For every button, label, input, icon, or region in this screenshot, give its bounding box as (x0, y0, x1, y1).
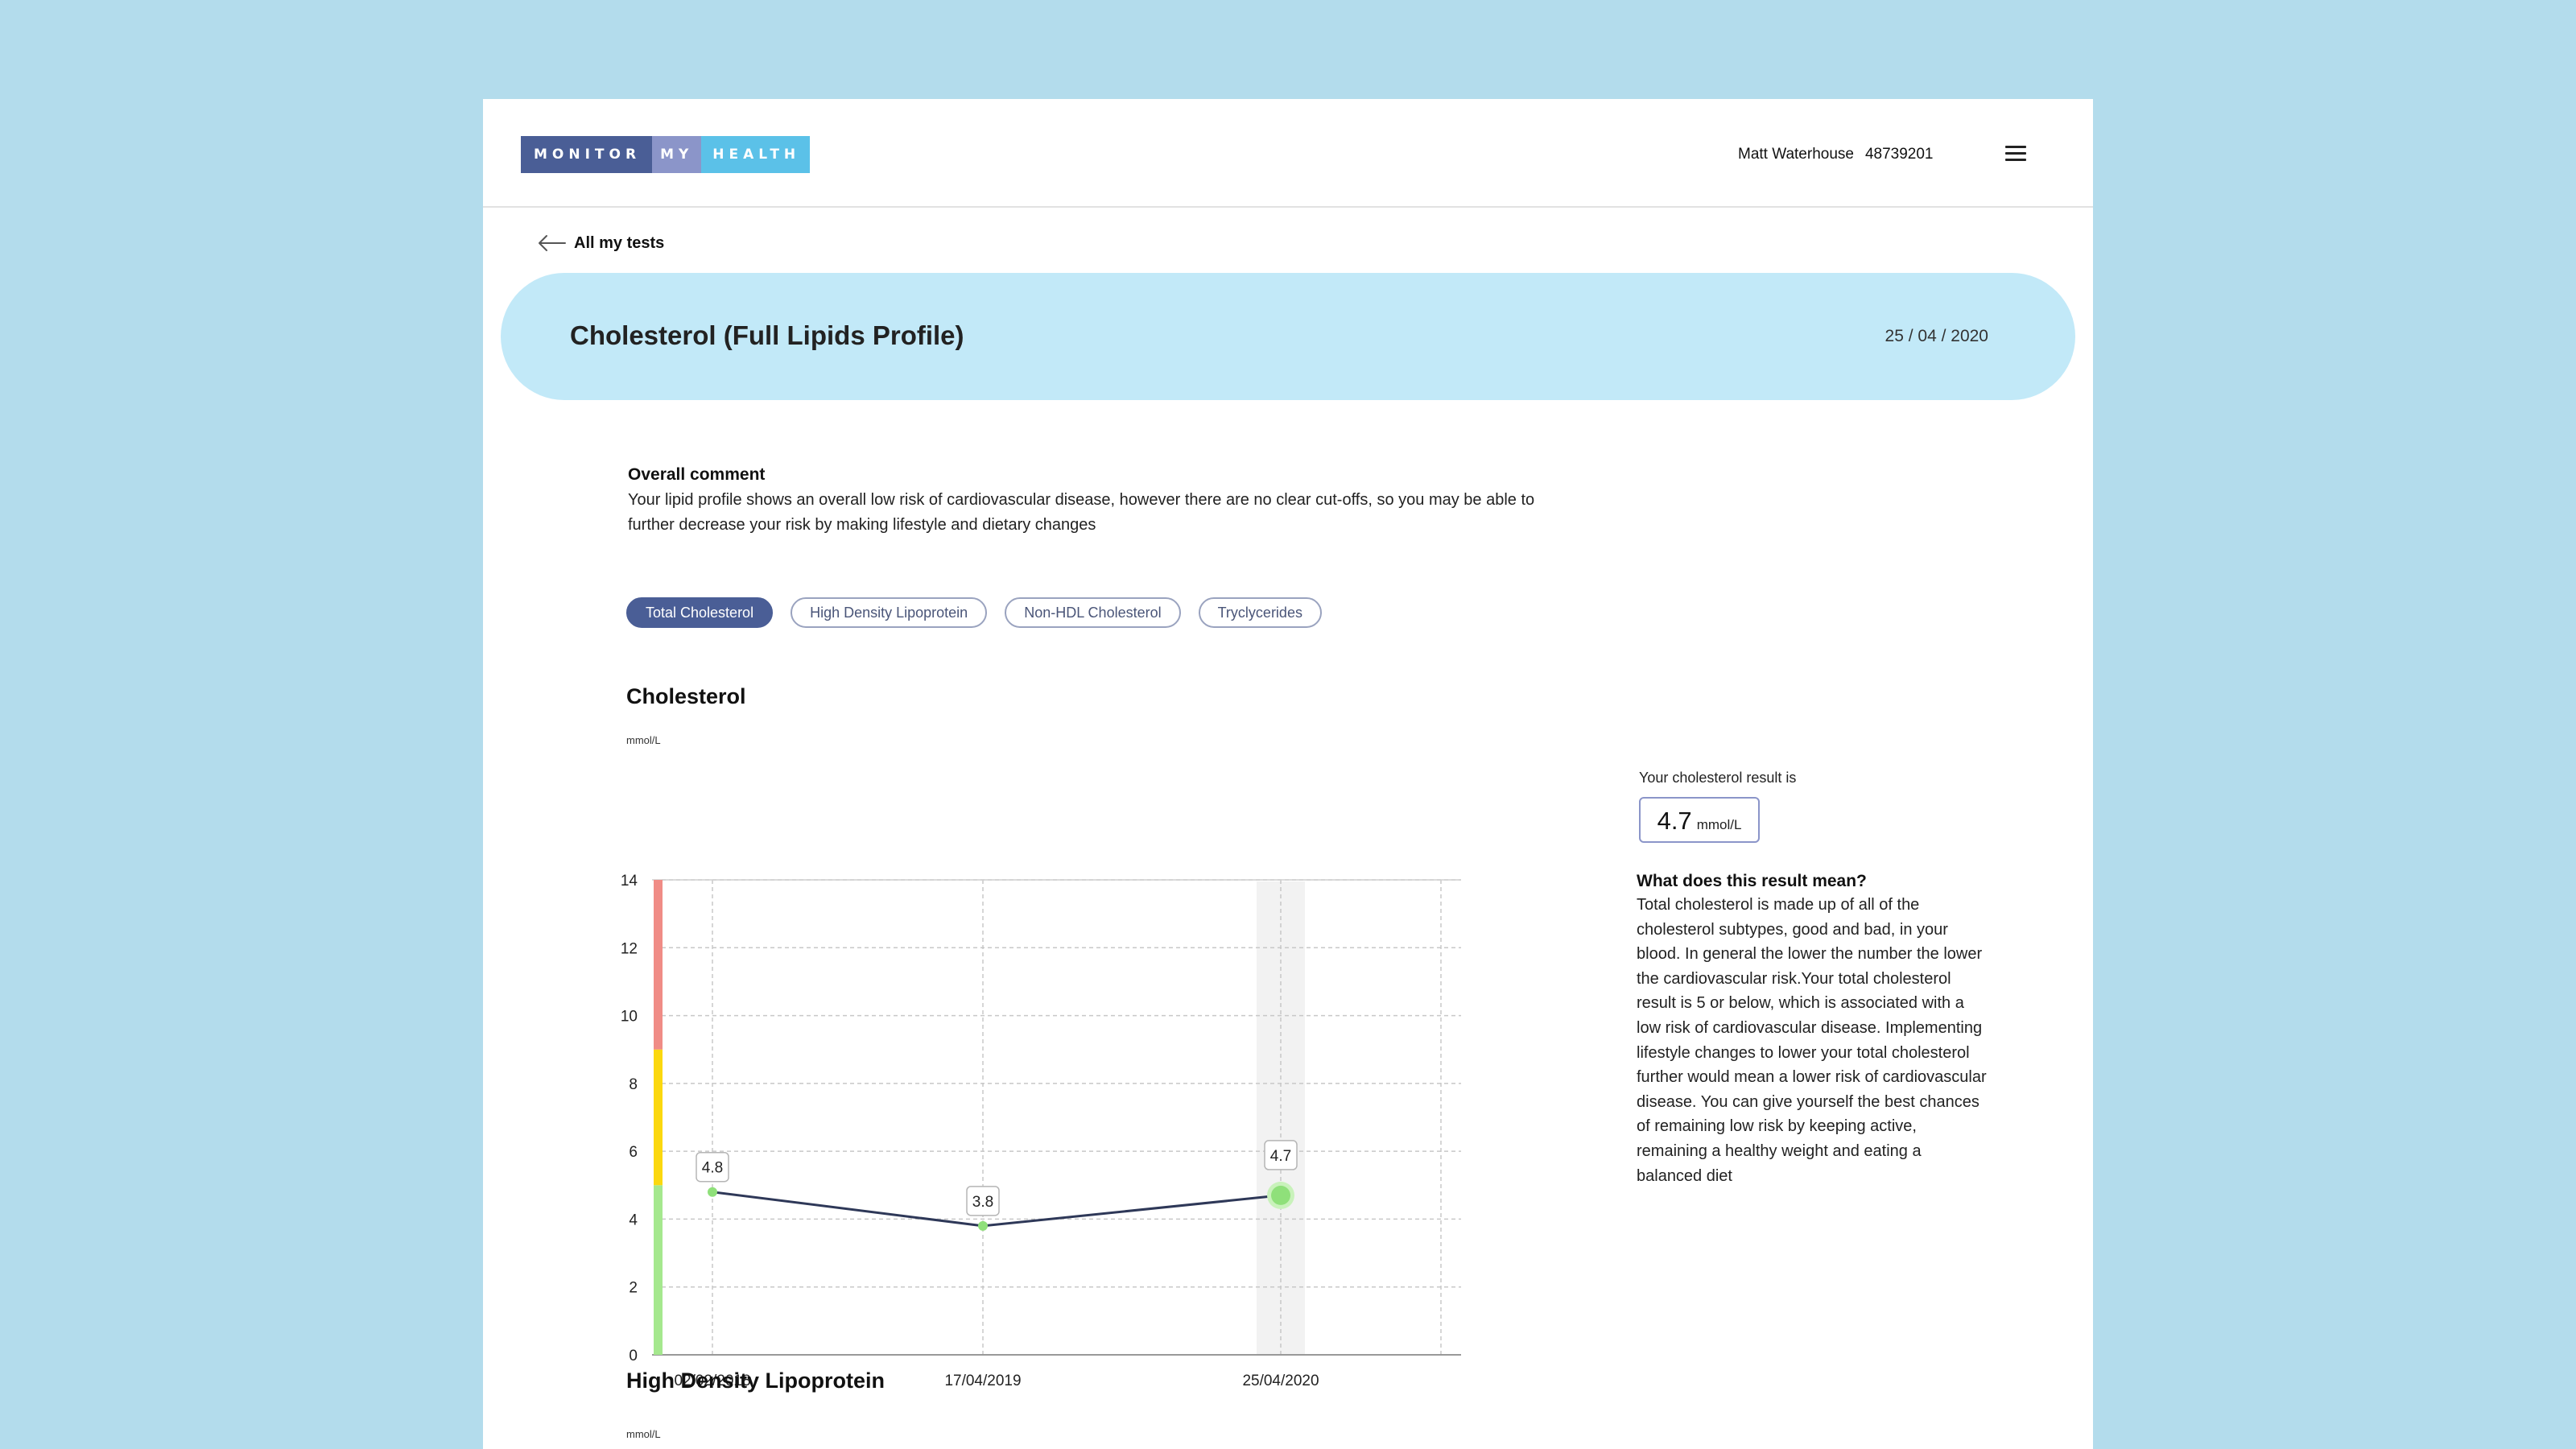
y-tick-label: 4 (629, 1212, 638, 1228)
hamburger-menu-icon[interactable] (2005, 146, 2026, 163)
result-meaning: What does this result mean? Total choles… (1637, 872, 1991, 1188)
back-to-all-tests-link[interactable]: All my tests (537, 227, 664, 259)
test-date: 25 / 04 / 2020 (1885, 327, 1988, 345)
overall-comment-heading: Overall comment (628, 465, 766, 484)
tab-non-hdl-cholesterol[interactable]: Non-HDL Cholesterol (1005, 597, 1181, 628)
risk-band (654, 880, 663, 1050)
tab-tryclycerides[interactable]: Tryclycerides (1198, 597, 1322, 628)
arrow-left-icon (539, 235, 566, 251)
logo-part-my: MY (652, 136, 702, 173)
test-title-banner: Cholesterol (Full Lipids Profile) 25 / 0… (501, 273, 2075, 400)
data-label: 3.8 (972, 1194, 993, 1211)
result-meaning-text: Total cholesterol is made up of all of t… (1637, 896, 1987, 1185)
hdl-chart-unit: mmol/L (626, 1428, 661, 1440)
test-title: Cholesterol (Full Lipids Profile) (570, 320, 964, 350)
y-tick-label: 2 (629, 1280, 638, 1297)
result-label: Your cholesterol result is (1639, 770, 1797, 786)
y-tick-label: 8 (629, 1076, 638, 1093)
y-tick-label: 14 (621, 873, 638, 890)
overall-comment-text: Your lipid profile shows an overall low … (628, 491, 1535, 534)
top-bar: MONITOR MY HEALTH Matt Waterhouse 487392… (483, 99, 2093, 208)
back-link-label: All my tests (574, 233, 665, 252)
data-point[interactable] (708, 1187, 717, 1197)
user-name: Matt Waterhouse (1738, 146, 1854, 163)
logo-part-monitor: MONITOR (521, 136, 653, 173)
data-label: 4.8 (702, 1160, 723, 1177)
risk-band (654, 1049, 663, 1186)
user-id: 48739201 (1864, 146, 1934, 163)
cholesterol-chart-unit: mmol/L (626, 734, 661, 746)
y-tick-label: 0 (629, 1348, 638, 1364)
x-tick-label: 25/04/2020 (1242, 1373, 1319, 1389)
result-value: 4.7 (1657, 807, 1692, 835)
main-card: MONITOR MY HEALTH Matt Waterhouse 487392… (483, 99, 2093, 1449)
result-value-box: 4.7 mmol/L (1639, 797, 1760, 843)
data-point[interactable] (1271, 1185, 1290, 1205)
result-meaning-heading: What does this result mean? (1637, 872, 1867, 890)
test-type-tabs: Total Cholesterol High Density Lipoprote… (626, 597, 1322, 628)
hdl-section-title: High Density Lipoprotein (626, 1368, 885, 1393)
tab-total-cholesterol[interactable]: Total Cholesterol (626, 597, 774, 628)
tab-high-density-lipoprotein[interactable]: High Density Lipoprotein (791, 597, 988, 628)
overall-comment: Overall comment Your lipid profile shows… (628, 465, 1546, 538)
x-tick-label: 17/04/2019 (944, 1373, 1021, 1389)
cholesterol-line-chart: 0246810121402/02/2018 17/04/2019 25/04/202… (621, 873, 1461, 1389)
user-info: Matt Waterhouse 48739201 (1738, 146, 1934, 163)
risk-band (654, 1185, 663, 1355)
data-label: 4.7 (1270, 1148, 1291, 1165)
cholesterol-section-title: Cholesterol (626, 684, 746, 708)
result-unit: mmol/L (1696, 817, 1742, 832)
y-tick-label: 6 (629, 1144, 638, 1161)
y-tick-label: 12 (621, 940, 638, 957)
monitor-my-health-logo[interactable]: MONITOR MY HEALTH (521, 136, 811, 173)
y-tick-label: 10 (621, 1009, 638, 1026)
logo-part-health: HEALTH (701, 136, 811, 173)
data-point[interactable] (978, 1220, 988, 1231)
